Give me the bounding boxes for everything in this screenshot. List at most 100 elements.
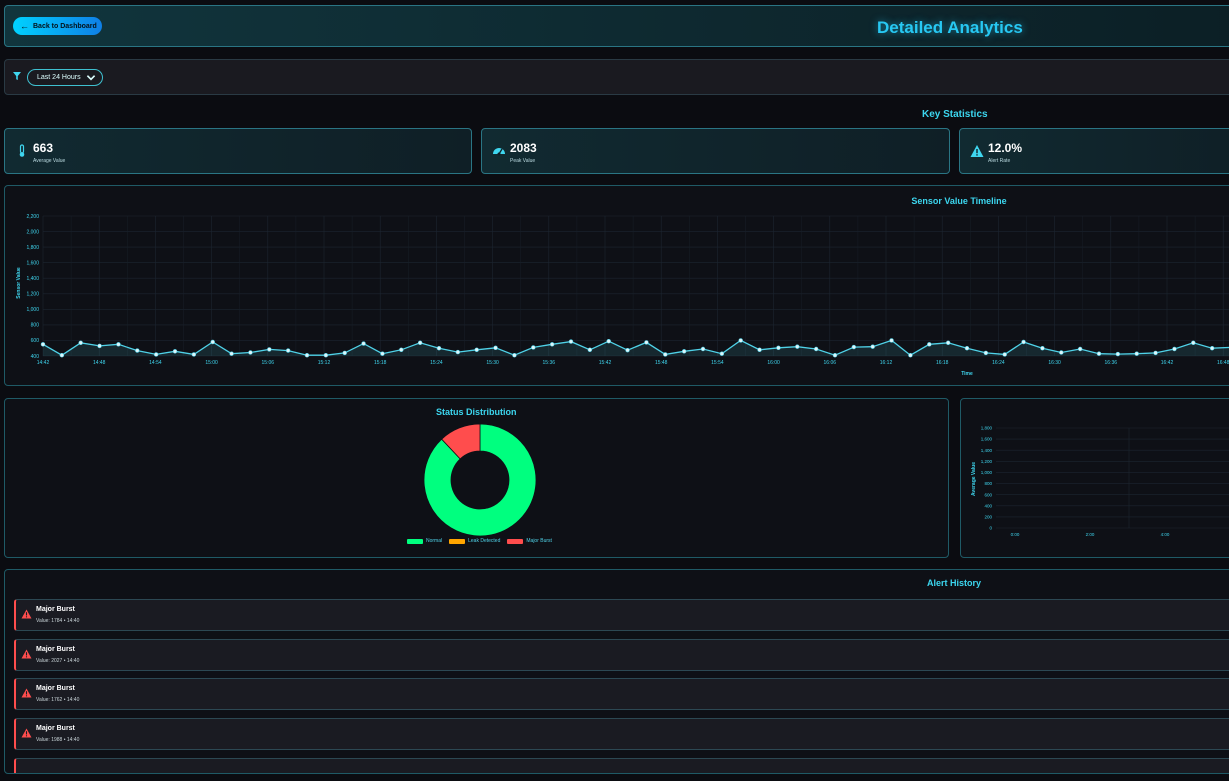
y-tick-label: 1,600 (981, 437, 993, 442)
timeline-area (43, 340, 1229, 356)
warning-icon (21, 728, 32, 738)
data-point (983, 350, 989, 356)
data-point (795, 344, 800, 349)
data-point (78, 340, 83, 345)
y-tick-label: 0 (989, 526, 992, 531)
x-tick-label: 2:00 (1086, 532, 1095, 537)
y-tick-label: 1,400 (26, 276, 39, 282)
data-point (399, 347, 404, 352)
data-point (342, 350, 347, 356)
data-point (945, 340, 951, 345)
x-tick-label: 15:54 (711, 360, 724, 366)
legend-item-normal: Normal (407, 538, 442, 544)
data-point (870, 344, 875, 349)
hourly-y-axis-label: Average Value (971, 462, 977, 496)
header-bar: ← Back to Dashboard Detailed Analytics (4, 5, 1229, 47)
legend-item-leak: Leak Detected (449, 538, 500, 544)
x-tick-label: 16:06 (824, 360, 837, 366)
time-range-select[interactable]: Last 24 Hours (27, 69, 103, 86)
data-point (908, 353, 913, 358)
data-point (493, 345, 498, 351)
filter-icon (13, 72, 21, 80)
y-tick-label: 1,200 (981, 459, 993, 464)
sensor-timeline-chart: Sensor Value Timeline 400 600 800 1,000 1,20… (16, 196, 1229, 377)
alert-item[interactable]: Major Burst Value: 2027 • 14:40 (14, 639, 1229, 671)
data-point (1172, 346, 1177, 352)
warning-icon (970, 145, 984, 157)
data-point (40, 342, 46, 347)
data-point (1153, 350, 1158, 356)
data-point (813, 346, 819, 352)
sensor-timeline-panel: Sensor Value Timeline 400 600 800 1,000 1,20… (4, 185, 1229, 386)
data-point (153, 352, 159, 357)
alert-item[interactable]: Major Burst Value: 1762 • 14:40 (14, 678, 1229, 710)
x-tick-label: 15:48 (655, 360, 668, 366)
alert-item[interactable]: Major Burst Value: 1988 • 14:40 (14, 718, 1229, 750)
alert-name: Major Burst (36, 725, 75, 732)
alert-name: Major Burst (36, 685, 75, 692)
legend-swatch (449, 538, 466, 544)
data-point (832, 353, 838, 358)
timeline-x-axis-label: Time (961, 371, 973, 377)
y-tick-label: 2,000 (26, 229, 39, 235)
y-tick-label: 800 (984, 481, 992, 486)
x-tick-label: 16:48 (1217, 360, 1229, 366)
data-point (1021, 339, 1026, 345)
y-tick-label: 1,800 (981, 426, 993, 431)
warning-icon (21, 688, 32, 698)
alert-item[interactable]: Major Burst Value: 1784 • 14:40 (14, 599, 1229, 631)
data-point (59, 353, 65, 358)
legend-swatch (507, 538, 524, 544)
stat-card-peak: 2083 Peak Value (481, 128, 950, 174)
y-tick-label: 1,600 (26, 260, 39, 266)
x-tick-label: 15:18 (374, 360, 387, 366)
y-tick-label: 400 (31, 354, 40, 360)
x-tick-label: 16:12 (880, 360, 893, 366)
data-point (1040, 346, 1045, 351)
alert-history-title: Alert History (927, 578, 982, 588)
data-point (738, 338, 743, 343)
data-point (625, 347, 630, 353)
status-distribution-title: Status Distribution (436, 407, 517, 417)
gauge-icon (493, 148, 505, 156)
stat-label: Peak Value (510, 158, 536, 164)
stat-label: Average Value (33, 158, 66, 164)
x-tick-label: 15:06 (262, 360, 275, 366)
alert-meta: Value: 1784 • 14:40 (36, 618, 80, 624)
data-point (587, 347, 593, 352)
alert-item-partial[interactable] (14, 758, 1229, 773)
data-point (285, 348, 291, 353)
data-point (681, 349, 687, 354)
alert-meta: Value: 1762 • 14:40 (36, 697, 80, 703)
legend-swatch (407, 538, 423, 544)
data-point (851, 344, 857, 350)
arrow-left-icon: ← (20, 20, 29, 31)
stat-card-alert-rate: 12.0% Alert Rate (959, 128, 1229, 174)
data-point (436, 346, 442, 351)
data-point (361, 341, 366, 346)
stat-label: Alert Rate (988, 158, 1011, 164)
data-point (135, 348, 140, 353)
legend-label: Major Burst (526, 538, 552, 544)
y-tick-label: 1,000 (26, 307, 39, 313)
back-to-dashboard-button[interactable]: ← Back to Dashboard (13, 17, 102, 35)
thermometer-icon (19, 144, 25, 157)
x-tick-label: 16:18 (936, 360, 949, 366)
x-tick-label: 0:00 (1011, 532, 1020, 537)
x-tick-label: 15:12 (318, 360, 331, 366)
data-point (719, 351, 725, 356)
x-tick-label: 4:00 (1161, 532, 1170, 537)
stat-card-average: 663 Average Value (4, 128, 472, 174)
data-point (1115, 351, 1121, 357)
data-point (97, 343, 102, 349)
data-point (1096, 351, 1102, 356)
data-point (889, 338, 894, 343)
data-point (248, 350, 253, 355)
y-tick-label: 2,200 (26, 214, 39, 220)
status-distribution-panel: Status Distribution Normal Leak Detected… (4, 398, 949, 558)
data-point (1077, 346, 1083, 352)
data-point (116, 342, 121, 347)
x-tick-label: 15:36 (543, 360, 556, 366)
hourly-average-chart: 0 200 400 600 800 1,000 1,200 1,400 1,600 1,800 0… (971, 426, 1229, 537)
data-point (1209, 346, 1215, 351)
